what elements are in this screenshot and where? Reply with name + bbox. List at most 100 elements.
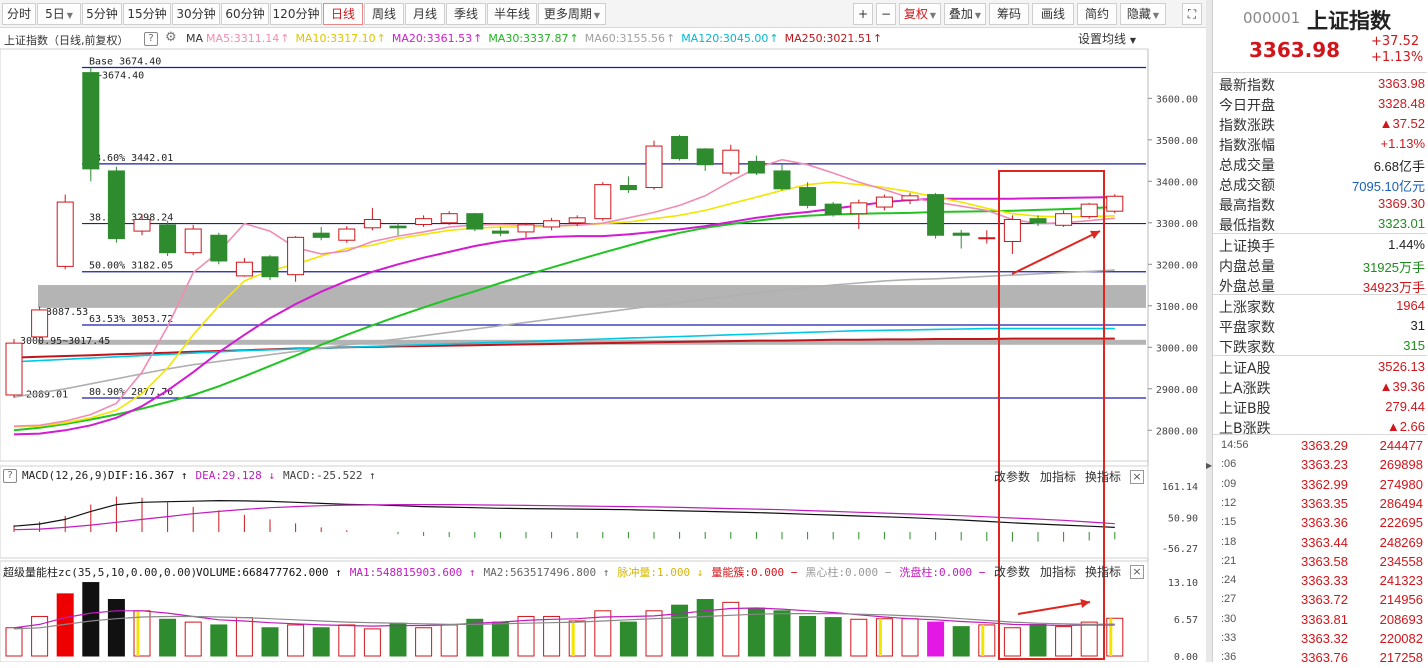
quote-stat-value: ▲39.36 xyxy=(1379,379,1425,394)
candle[interactable] xyxy=(875,194,893,211)
candle[interactable] xyxy=(952,229,970,249)
macd-value-2: MACD:-25.522 ↑ xyxy=(282,469,376,482)
tick-volume: 274980 xyxy=(1379,476,1423,492)
candle[interactable] xyxy=(645,140,663,190)
candle[interactable] xyxy=(517,222,535,238)
highlight-box xyxy=(998,170,1105,660)
quote-stat-row: 上证A股 3526.13 xyxy=(1213,357,1427,377)
quote-stat-label: 最低指数 xyxy=(1219,218,1275,234)
candle-body xyxy=(696,148,714,166)
volume-value-2: MA2:563517496.800 ↑ xyxy=(483,566,610,579)
tick-time: :15 xyxy=(1221,516,1237,529)
tick-time: :36 xyxy=(1221,651,1237,664)
candle[interactable] xyxy=(1106,194,1124,214)
candle[interactable] xyxy=(31,306,49,340)
candle-body xyxy=(619,184,637,191)
candle-body xyxy=(952,232,970,236)
ma30-line xyxy=(13,206,1115,432)
candle[interactable] xyxy=(671,134,689,161)
candle[interactable] xyxy=(1080,202,1098,219)
candle[interactable] xyxy=(773,164,791,191)
panel-action-0[interactable]: 改参数 xyxy=(994,468,1030,485)
candle[interactable] xyxy=(978,230,996,244)
macd-dea-line xyxy=(13,504,1115,531)
ma120-line xyxy=(13,327,1115,363)
help-icon[interactable]: ? xyxy=(3,469,17,483)
candle[interactable] xyxy=(466,212,484,232)
quote-panel: 000001 上证指数 3363.98 +37.52 +1.13% 最新指数 33… xyxy=(1212,0,1428,665)
candle[interactable] xyxy=(824,202,842,217)
candle[interactable] xyxy=(747,155,765,176)
fib-level-label: 50.00% 3182.05 xyxy=(89,261,173,272)
candle[interactable] xyxy=(363,207,381,231)
candle-body xyxy=(440,213,458,224)
tick-row: :24 3363.33 241323 xyxy=(1213,571,1427,591)
symbol-code: 000001 xyxy=(1243,9,1301,27)
volume-value-0: VOLUME:668477762.000 ↑ xyxy=(196,566,342,579)
tick-price: 3362.99 xyxy=(1301,476,1348,492)
panel-action-1[interactable]: 加指标 xyxy=(1040,563,1076,580)
fib-level-label: 80.90% 2877.76 xyxy=(89,387,173,398)
candle[interactable] xyxy=(338,226,356,243)
quote-stat-value: 3526.13 xyxy=(1378,359,1425,374)
volume-bar xyxy=(338,624,356,657)
tick-time: :21 xyxy=(1221,554,1237,567)
volume-bar xyxy=(5,627,23,657)
panel-action-1[interactable]: 加指标 xyxy=(1040,468,1076,485)
candle[interactable] xyxy=(491,226,509,237)
y-tick-label: 3500.00 xyxy=(1156,136,1198,147)
close-icon[interactable]: × xyxy=(1130,470,1144,484)
volume-bar xyxy=(645,610,663,657)
price-annotation: 3087.53 xyxy=(46,307,88,318)
candle[interactable] xyxy=(543,217,561,231)
tick-volume: 248269 xyxy=(1379,534,1423,550)
y-tick-label: 3600.00 xyxy=(1156,94,1198,105)
tick-time: :06 xyxy=(1221,458,1237,471)
tick-time: :24 xyxy=(1221,574,1237,587)
candle[interactable] xyxy=(722,144,740,176)
candle[interactable] xyxy=(184,224,202,256)
candle[interactable] xyxy=(210,232,228,265)
candle[interactable] xyxy=(901,192,919,205)
candle[interactable] xyxy=(1003,215,1021,254)
candle[interactable] xyxy=(235,258,253,277)
quote-stat-value: 6.68亿手 xyxy=(1373,159,1425,174)
quote-stat-label: 上B涨跌 xyxy=(1219,421,1271,437)
quote-stat-value: 3369.30 xyxy=(1378,196,1425,211)
candle[interactable] xyxy=(107,166,125,243)
candle[interactable] xyxy=(261,255,279,281)
macd-title: MACD(12,26,9) xyxy=(22,469,109,482)
candle[interactable] xyxy=(440,211,458,225)
fib-level-label: Base 3674.40 xyxy=(89,56,161,67)
candle[interactable] xyxy=(287,236,305,282)
candle[interactable] xyxy=(927,192,945,239)
candle[interactable] xyxy=(415,215,433,227)
quote-stat-row: 上涨家数 1964 xyxy=(1213,296,1427,316)
close-icon[interactable]: × xyxy=(1130,565,1144,579)
candle[interactable] xyxy=(56,194,74,270)
tick-price: 3363.36 xyxy=(1301,515,1348,531)
candle-body xyxy=(1106,195,1124,212)
candle[interactable] xyxy=(5,338,23,398)
candle-body xyxy=(1080,203,1098,218)
panel-action-2[interactable]: 换指标 xyxy=(1085,563,1121,580)
tick-volume: 244477 xyxy=(1379,438,1423,453)
candle[interactable] xyxy=(696,148,714,171)
candle[interactable] xyxy=(1055,210,1073,227)
candle[interactable] xyxy=(312,226,330,241)
candle[interactable] xyxy=(159,220,177,256)
candle[interactable] xyxy=(594,182,612,221)
candle[interactable] xyxy=(619,176,637,193)
candle[interactable] xyxy=(82,67,100,182)
volume-bar xyxy=(824,617,842,657)
volume-bar xyxy=(159,618,177,657)
macd-dif-line xyxy=(13,499,1115,528)
candle-body xyxy=(235,261,253,277)
candle-body xyxy=(184,228,202,254)
tick-price: 3363.33 xyxy=(1301,573,1348,589)
panel-action-0[interactable]: 改参数 xyxy=(994,563,1030,580)
panel-action-2[interactable]: 换指标 xyxy=(1085,468,1121,485)
candle[interactable] xyxy=(389,222,407,236)
quote-stat-value: 279.44 xyxy=(1385,399,1425,414)
tick-row: :27 3363.72 214956 xyxy=(1213,590,1427,610)
